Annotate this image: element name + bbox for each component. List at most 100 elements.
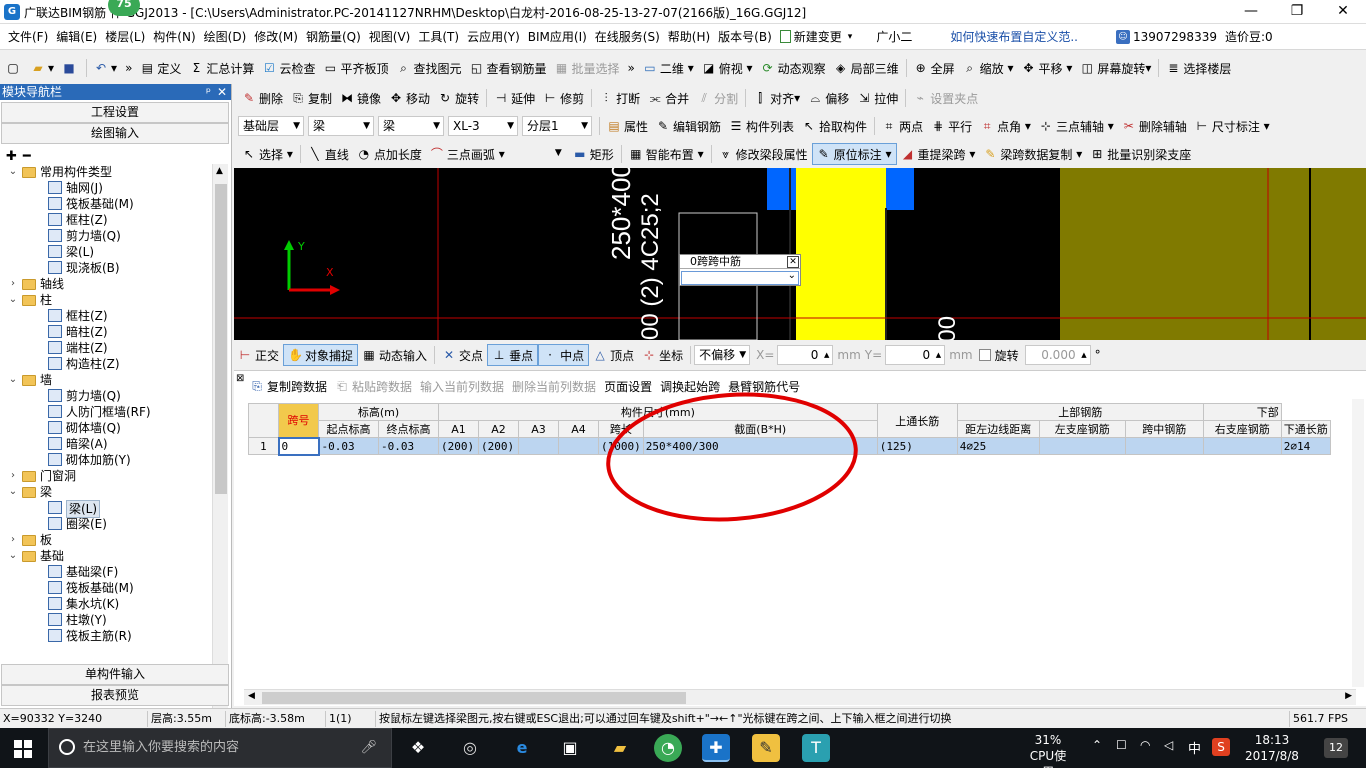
tree-item[interactable]: 暗柱(Z): [0, 324, 212, 340]
extend-button[interactable]: ⊣ 延伸: [490, 87, 539, 109]
property-button[interactable]: ▤ 属性: [603, 115, 652, 137]
col-header-left-support[interactable]: 左支座钢筋: [1038, 420, 1126, 438]
project-settings-button[interactable]: 工程设置: [1, 102, 229, 123]
draw-input-button[interactable]: 绘图输入: [1, 123, 229, 144]
edit-rebar-button[interactable]: ✎ 编辑钢筋: [652, 115, 725, 137]
tree-item[interactable]: › 门窗洞: [0, 468, 212, 484]
rotate-screen-button[interactable]: ◫ 屏幕旋转 ▾: [1076, 57, 1155, 79]
undo-button[interactable]: ↶ ▾: [90, 57, 121, 79]
drawing-canvas[interactable]: Y X 250*400 00 (2) 4C25;2 300 0跨跨中筋 ✕ ⌄: [234, 168, 1366, 340]
flat-slab-button[interactable]: ▭ 平齐板顶: [319, 57, 392, 79]
arc-button[interactable]: ⌒ 三点画弧 ▾: [426, 143, 509, 165]
parallel-button[interactable]: ⋕ 平行: [927, 115, 976, 137]
rect-button[interactable]: ▬ 矩形: [569, 143, 618, 165]
menu-view[interactable]: 视图(V): [365, 25, 415, 49]
restore-button[interactable]: ❐: [1274, 0, 1320, 24]
cell-left-distance[interactable]: (125): [876, 437, 958, 455]
wifi-icon[interactable]: ◠: [1140, 738, 1150, 752]
point-length-button[interactable]: ◔ 点加长度: [353, 143, 426, 165]
dimension-button[interactable]: ⊢ 尺寸标注 ▾: [1191, 115, 1274, 137]
sum-button[interactable]: Σ 汇总计算: [185, 57, 258, 79]
offset-mode-select[interactable]: 不偏移 ▼: [694, 345, 751, 365]
stretch-button[interactable]: ⇲ 拉伸: [853, 87, 902, 109]
cell-a4[interactable]: [558, 437, 599, 455]
three-point-aux-button[interactable]: ⊹ 三点辅轴 ▾: [1035, 115, 1118, 137]
arc-option-select[interactable]: ▼: [509, 144, 565, 164]
store-icon[interactable]: ▣: [556, 734, 584, 762]
view-2d-button[interactable]: ▭ 二维 ▾: [639, 57, 698, 79]
menu-component[interactable]: 构件(N): [149, 25, 199, 49]
modify-span-button[interactable]: ⩔ 修改梁段属性: [715, 143, 812, 165]
table-hscroll[interactable]: ◀ ▶: [244, 689, 1356, 705]
cell-left-support[interactable]: [1038, 437, 1126, 455]
component-name-select[interactable]: XL-3 ▼: [448, 116, 518, 136]
tree-item[interactable]: 端柱(Z): [0, 340, 212, 356]
span-copy-button[interactable]: ✎ 梁跨数据复制 ▾: [979, 143, 1086, 165]
batch-identify-button[interactable]: ⊞ 批量识别梁支座: [1086, 143, 1195, 165]
component-list-button[interactable]: ☰ 构件列表: [725, 115, 798, 137]
tree-item[interactable]: 基础梁(F): [0, 564, 212, 580]
tree-item[interactable]: 剪力墙(Q): [0, 228, 212, 244]
collapse-all-icon[interactable]: ━: [23, 149, 31, 164]
tree-item[interactable]: 框柱(Z): [0, 212, 212, 228]
cloud-check-button[interactable]: ☑ 云检查: [258, 57, 319, 79]
cell-right-support[interactable]: [1202, 437, 1282, 455]
col-header-a3[interactable]: A3: [518, 420, 559, 438]
tree-item[interactable]: 筏板基础(M): [0, 580, 212, 596]
open-file-button[interactable]: ▰ ▾: [27, 57, 58, 79]
line-button[interactable]: ╲ 直线: [304, 143, 353, 165]
tree-item[interactable]: 剪力墙(Q): [0, 388, 212, 404]
tree-item[interactable]: 筏板基础(M): [0, 196, 212, 212]
tree-item[interactable]: 筏板主筋(R): [0, 628, 212, 644]
vertex-button[interactable]: △ 顶点: [589, 344, 638, 366]
paste-span-data-button[interactable]: ⎗ 粘贴跨数据: [331, 375, 416, 397]
menu-draw[interactable]: 绘图(D): [200, 25, 251, 49]
tree-item[interactable]: 构造柱(Z): [0, 356, 212, 372]
tree-item[interactable]: 框柱(Z): [0, 308, 212, 324]
tree-item[interactable]: 轴网(J): [0, 180, 212, 196]
network-icon[interactable]: ☐: [1116, 738, 1127, 752]
delete-button[interactable]: ✎ 删除: [238, 87, 287, 109]
fullscreen-button[interactable]: ⊕ 全屏: [910, 57, 959, 79]
tree-item[interactable]: ⌄ 墙: [0, 372, 212, 388]
point-angle-button[interactable]: ⌗ 点角 ▾: [976, 115, 1035, 137]
tray-expand-icon[interactable]: ⌃: [1092, 738, 1102, 752]
cell-a3[interactable]: [518, 437, 559, 455]
tree-item[interactable]: ⌄ 柱: [0, 292, 212, 308]
app-360-icon[interactable]: ◔: [654, 734, 682, 762]
align-button[interactable]: ⫿ 对齐 ▾: [749, 87, 804, 109]
copy-span-data-button[interactable]: ⎘ 复制跨数据: [246, 375, 331, 397]
assistant-button[interactable]: 广小二: [872, 25, 916, 49]
new-change-button[interactable]: 新建变更 ▾: [776, 25, 857, 49]
layer-select[interactable]: 分层1 ▼: [522, 116, 592, 136]
microphone-icon[interactable]: 🎤︎: [360, 729, 377, 767]
cell-start-elev[interactable]: -0.03: [318, 437, 379, 455]
cell-a2[interactable]: (200): [478, 437, 519, 455]
trim-button[interactable]: ⊢ 修剪: [539, 87, 588, 109]
tree-item[interactable]: 集水坑(K): [0, 596, 212, 612]
col-header-a4[interactable]: A4: [558, 420, 599, 438]
report-preview-button[interactable]: 报表预览: [1, 685, 229, 706]
close-icon[interactable]: ✕: [217, 84, 227, 100]
intersection-button[interactable]: ✕ 交点: [438, 344, 487, 366]
dynamic-input-button[interactable]: ▦ 动态输入: [358, 344, 431, 366]
popup-close-icon[interactable]: ✕: [787, 256, 799, 268]
tree-item[interactable]: 现浇板(B): [0, 260, 212, 276]
tree-item[interactable]: 柱墩(Y): [0, 612, 212, 628]
smart-layout-button[interactable]: ▦ 智能布置 ▾: [625, 143, 708, 165]
tree-item[interactable]: 暗梁(A): [0, 436, 212, 452]
break-button[interactable]: ⫶ 打断: [595, 87, 644, 109]
popup-dropdown-icon[interactable]: ⌄: [788, 270, 796, 281]
cell-span[interactable]: 0: [277, 436, 320, 456]
pick-component-button[interactable]: ↖ 拾取构件: [798, 115, 871, 137]
panel-close-icon[interactable]: ⊠: [236, 373, 244, 384]
minimize-button[interactable]: —: [1228, 0, 1274, 24]
merge-button[interactable]: ⫘ 合并: [644, 87, 693, 109]
cell-a1[interactable]: (200): [438, 437, 479, 455]
menu-modify[interactable]: 修改(M): [250, 25, 302, 49]
type-select-2[interactable]: 梁 ▼: [378, 116, 444, 136]
col-header-span[interactable]: 跨号: [278, 403, 319, 438]
object-snap-button[interactable]: ✋ 对象捕捉: [283, 344, 359, 366]
cell-end-elev[interactable]: -0.03: [378, 437, 439, 455]
chevron-down-icon[interactable]: ⌄: [8, 292, 18, 308]
